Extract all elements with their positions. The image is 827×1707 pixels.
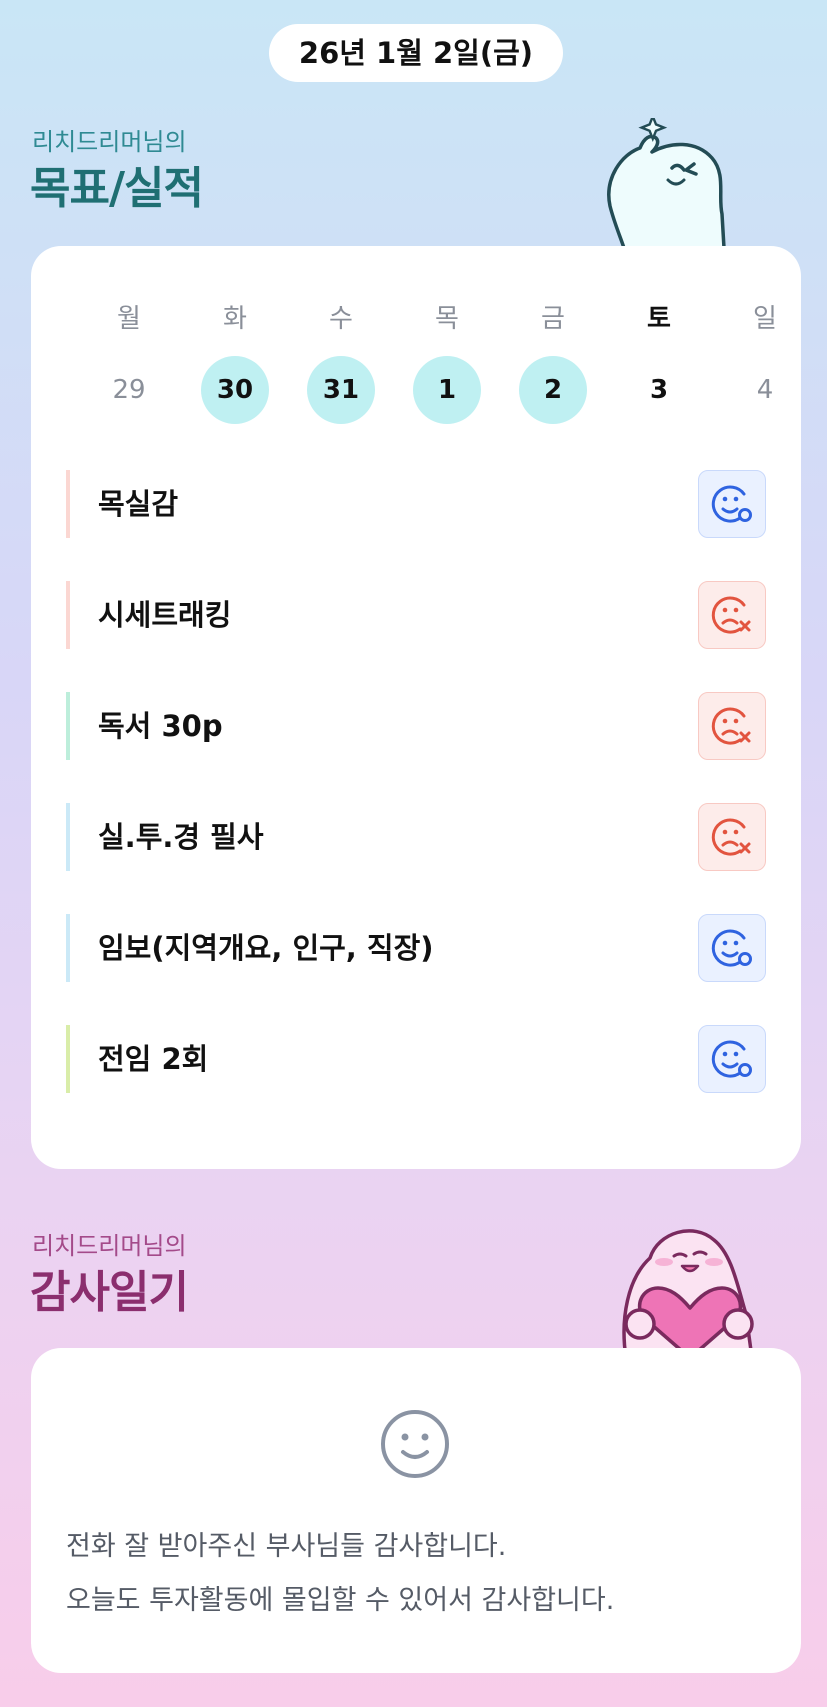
goal-item[interactable]: 실.투.경 필사	[66, 803, 766, 871]
smile-icon	[381, 1410, 449, 1478]
goal-list: 목실감 시세트래킹 독서 30p 실.투.경 필사 임보(지역개요, 인구, 직…	[66, 470, 766, 1136]
gratitude-line: 오늘도 투자활동에 몰입할 수 있어서 감사합니다.	[66, 1585, 615, 1616]
goals-section-title: 목표/실적	[30, 163, 204, 214]
goal-label: 실.투.경 필사	[98, 820, 264, 854]
date-cell[interactable]: 3	[625, 356, 693, 424]
smile-check-icon	[711, 1040, 752, 1078]
goal-label: 독서 30p	[98, 709, 223, 743]
goal-status-button[interactable]	[698, 1025, 766, 1093]
date-cell[interactable]: 1	[413, 356, 481, 424]
goal-status-button[interactable]	[698, 581, 766, 649]
goal-status-button[interactable]	[698, 470, 766, 538]
frown-x-icon	[711, 707, 751, 745]
weekday-mon: 월	[117, 304, 141, 334]
weekday-sat: 토	[647, 304, 671, 334]
weekday-tue: 화	[223, 304, 247, 334]
date-cell[interactable]: 31	[307, 356, 375, 424]
weekday-fri: 금	[541, 304, 565, 334]
date-pill[interactable]: 26년 1월 2일(금)	[269, 24, 563, 82]
week-date-row: 29 30 31 1 2 3 4	[76, 356, 820, 424]
date-cell[interactable]: 4	[731, 356, 799, 424]
goal-item[interactable]: 시세트래킹	[66, 581, 766, 649]
goal-status-button[interactable]	[698, 914, 766, 982]
smile-check-icon	[711, 485, 752, 523]
goal-label: 시세트래킹	[98, 598, 232, 632]
goal-label: 임보(지역개요, 인구, 직장)	[98, 931, 434, 965]
goal-status-button[interactable]	[698, 803, 766, 871]
gratitude-card: 전화 잘 받아주신 부사님들 감사합니다. 오늘도 투자활동에 몰입할 수 있어…	[31, 1348, 801, 1673]
weekday-wed: 수	[329, 304, 353, 334]
date-cell[interactable]: 29	[95, 356, 163, 424]
gratitude-entry: 전화 잘 받아주신 부사님들 감사합니다. 오늘도 투자활동에 몰입할 수 있어…	[66, 1520, 614, 1628]
date-cell[interactable]: 30	[201, 356, 269, 424]
goal-status-button[interactable]	[698, 692, 766, 760]
weekday-thu: 목	[435, 304, 459, 334]
weekday-header-row: 월 화 수 목 금 토 일	[76, 298, 820, 335]
goal-item[interactable]: 임보(지역개요, 인구, 직장)	[66, 914, 766, 982]
goals-card: 월 화 수 목 금 토 일 29 30 31 1 2 3 4 목실감 시세트래킹…	[31, 246, 801, 1169]
goal-item[interactable]: 독서 30p	[66, 692, 766, 760]
goal-item[interactable]: 전임 2회	[66, 1025, 766, 1093]
goal-item[interactable]: 목실감	[66, 470, 766, 538]
date-cell[interactable]: 2	[519, 356, 587, 424]
ghost-character-illustration	[607, 118, 726, 248]
frown-x-icon	[711, 818, 751, 856]
goal-label: 전임 2회	[98, 1042, 209, 1076]
gratitude-line: 전화 잘 받아주신 부사님들 감사합니다.	[66, 1531, 507, 1562]
weekday-sun: 일	[753, 304, 777, 334]
goal-label: 목실감	[98, 487, 179, 521]
frown-x-icon	[711, 596, 751, 634]
pink-character-heart-illustration	[622, 1229, 754, 1358]
smile-check-icon	[711, 929, 752, 967]
gratitude-section-title: 감사일기	[30, 1267, 189, 1318]
